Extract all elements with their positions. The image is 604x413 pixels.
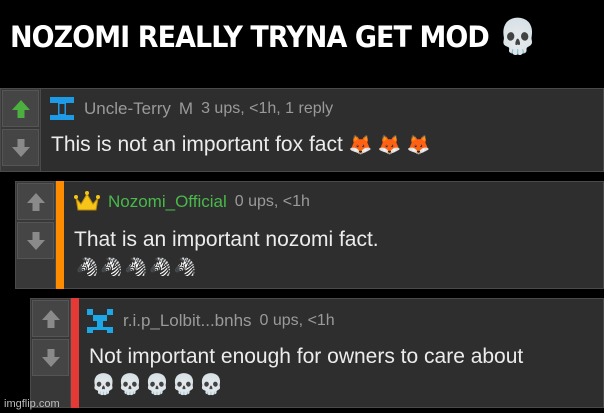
vote-column <box>16 182 56 288</box>
up-arrow-icon <box>11 99 30 118</box>
watermark: imgflip.com <box>4 398 60 410</box>
comment-uncle-terry: Uncle-Terry M 3 ups, <1h, 1 reply This i… <box>0 88 604 172</box>
down-arrow-icon <box>11 138 30 157</box>
caption-text: NOZOMI REALLY TRYNA GET MOD <box>10 20 490 54</box>
up-arrow-icon <box>41 309 60 328</box>
comment-nozomi-official: Nozomi_Official 0 ups, <1h That is an im… <box>15 181 604 289</box>
crown-icon <box>74 191 100 211</box>
downvote-button[interactable] <box>32 339 69 376</box>
down-arrow-icon <box>26 231 45 250</box>
upvote-button[interactable] <box>32 300 69 337</box>
comment-header: Nozomi_Official 0 ups, <1h <box>74 190 310 214</box>
vote-column <box>1 89 41 171</box>
comment-rip-lolbit: r.i.p_Lolbit...bnhs 0 ups, <1h Not impor… <box>30 298 604 408</box>
mod-badge: M <box>178 99 194 118</box>
reply-accent-bar <box>56 181 64 289</box>
comment-meta: 0 ups, <1h <box>234 193 310 210</box>
fox-emoji-icon: 🦊 🦊 🦊 <box>348 135 431 156</box>
comment-body: Not important enough for owners to care … <box>89 345 524 368</box>
downvote-button[interactable] <box>2 129 39 166</box>
comment-meta: 3 ups, <1h, 1 reply <box>201 100 334 117</box>
vote-column <box>31 299 71 407</box>
zebra-emoji-icon: 🦓🦓🦓🦓🦓 <box>76 257 199 277</box>
comment-body: This is not an important fox fact 🦊 🦊 🦊 <box>51 133 430 157</box>
comment-header: Uncle-Terry M 3 ups, <1h, 1 reply <box>48 95 333 123</box>
downvote-button[interactable] <box>17 222 54 259</box>
comment-body: That is an important nozomi fact. <box>74 228 379 251</box>
username[interactable]: Uncle-Terry <box>84 99 171 119</box>
upvote-button[interactable] <box>2 90 39 127</box>
upvote-button[interactable] <box>17 183 54 220</box>
comment-header: r.i.p_Lolbit...bnhs 0 ups, <1h <box>85 307 335 335</box>
reply-accent-bar <box>71 298 79 408</box>
skull-emoji-icon: 💀💀💀💀💀 <box>91 374 226 396</box>
username[interactable]: r.i.p_Lolbit...bnhs <box>123 311 252 331</box>
down-arrow-icon <box>41 348 60 367</box>
t-icon <box>50 97 74 120</box>
skull-icon: 💀 <box>498 17 537 57</box>
up-arrow-icon <box>26 192 45 211</box>
comment-text: This is not an important fox fact <box>51 133 343 156</box>
pixel-avatar-icon <box>87 309 113 333</box>
meme-caption: NOZOMI REALLY TRYNA GET MOD 💀 <box>10 8 559 66</box>
comment-meta: 0 ups, <1h <box>259 312 335 329</box>
username[interactable]: Nozomi_Official <box>108 192 227 212</box>
